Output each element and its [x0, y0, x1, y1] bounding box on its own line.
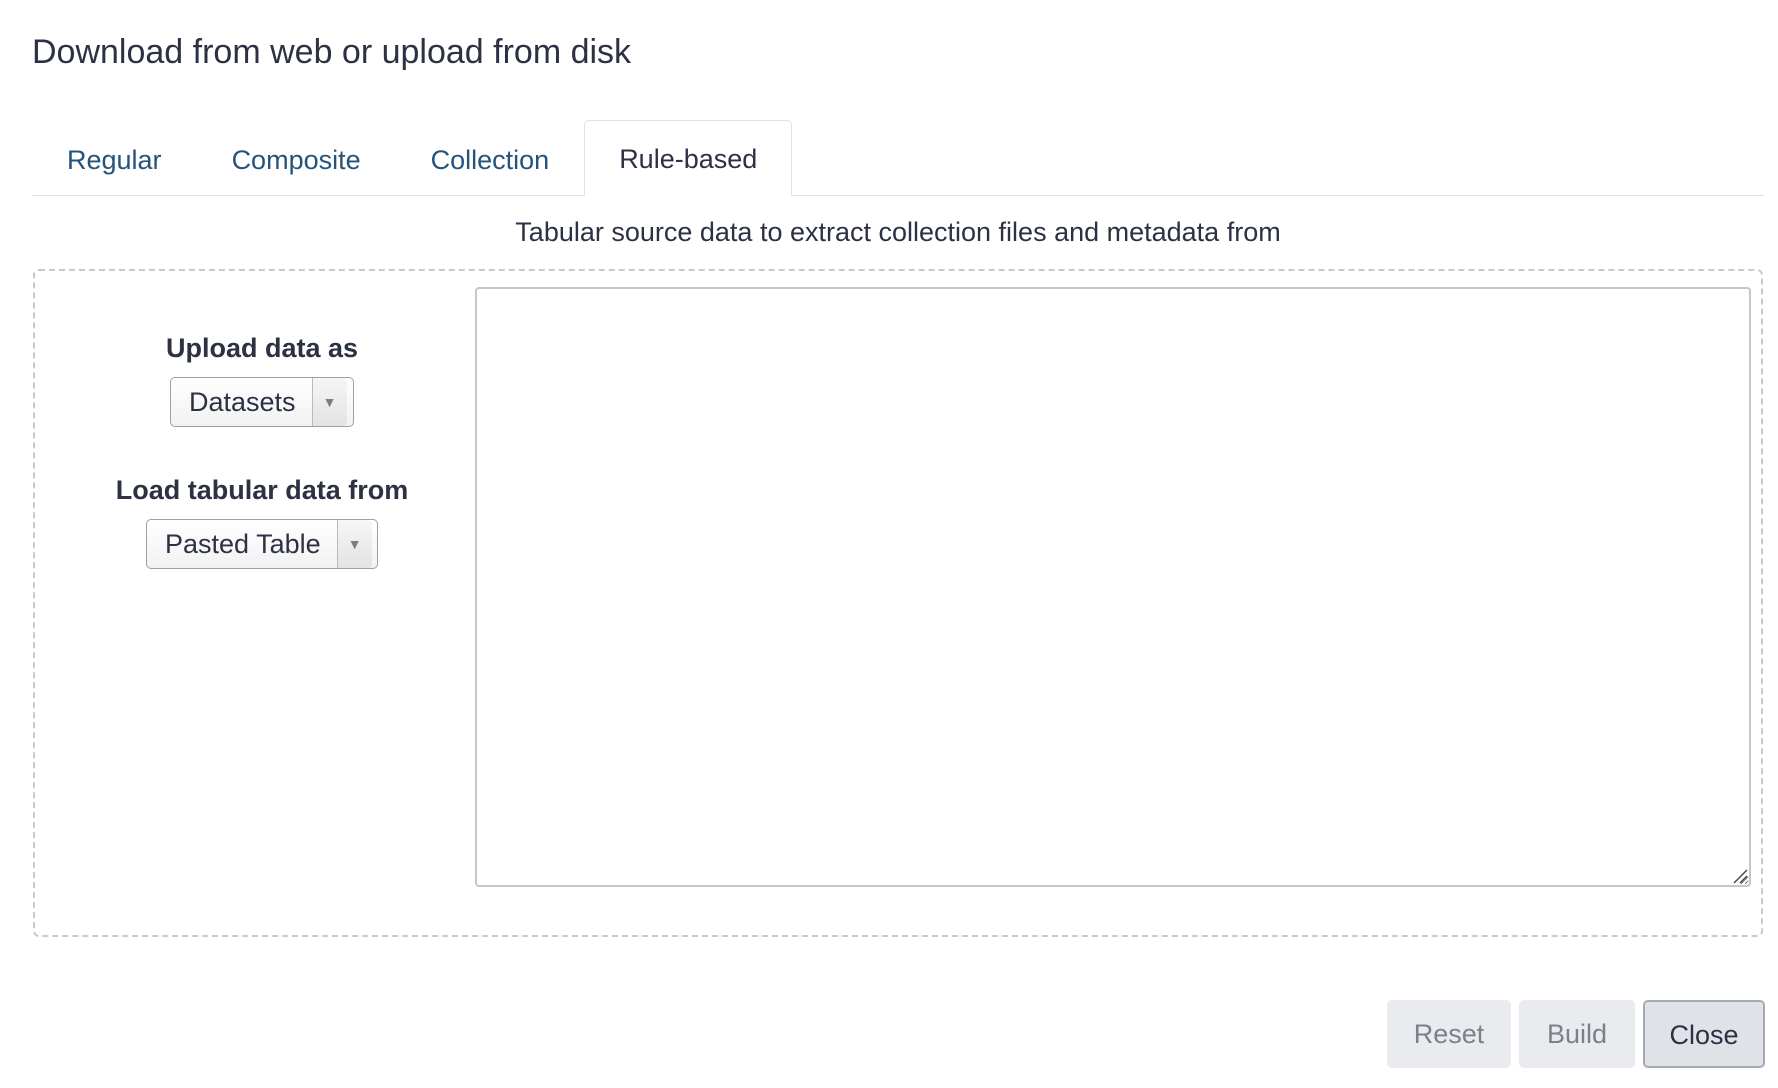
caret-down-icon: ▼ — [311, 378, 347, 426]
pasted-table-textarea[interactable] — [475, 287, 1751, 887]
tab-collection[interactable]: Collection — [396, 122, 585, 196]
dialog-title: Download from web or upload from disk — [32, 33, 632, 71]
tab-rule-based[interactable]: Rule-based — [584, 120, 793, 196]
load-from-value: Pasted Table — [165, 529, 321, 559]
caret-down-icon: ▼ — [336, 520, 372, 568]
upload-as-label: Upload data as — [165, 333, 359, 363]
build-button[interactable]: Build — [1519, 1000, 1635, 1068]
upload-as-select[interactable]: Datasets ▼ — [170, 377, 354, 427]
load-from-label: Load tabular data from — [115, 475, 409, 505]
upload-dialog: Download from web or upload from disk Re… — [0, 0, 1778, 1088]
resize-grip-icon[interactable] — [1732, 868, 1748, 884]
close-button[interactable]: Close — [1643, 1000, 1765, 1068]
reset-button[interactable]: Reset — [1387, 1000, 1511, 1068]
tab-composite[interactable]: Composite — [197, 122, 396, 196]
upload-as-value: Datasets — [189, 387, 296, 417]
rule-based-subtitle: Tabular source data to extract collectio… — [515, 217, 1281, 247]
tab-regular[interactable]: Regular — [32, 122, 197, 196]
upload-tabs: Regular Composite Collection Rule-based — [32, 120, 1764, 196]
load-from-select[interactable]: Pasted Table ▼ — [146, 519, 378, 569]
